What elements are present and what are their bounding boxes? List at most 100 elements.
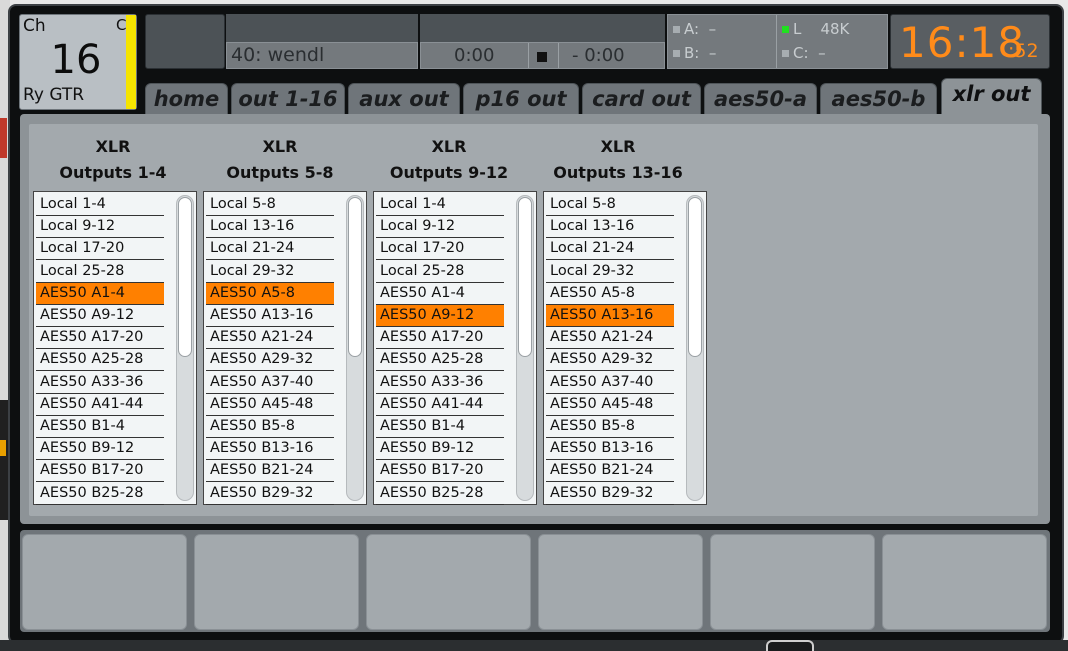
function-key-1[interactable] (22, 534, 187, 630)
list-item[interactable]: AES50 B5-8 (546, 416, 674, 438)
scroll-thumb[interactable] (178, 197, 192, 357)
list-item[interactable]: AES50 B5-8 (206, 416, 334, 438)
list-item[interactable]: Local 25-28 (36, 261, 164, 283)
tab-aux-out[interactable]: aux out (348, 83, 460, 114)
list-item[interactable]: AES50 A21-24 (206, 327, 334, 350)
list-item[interactable]: AES50 B1-4 (376, 416, 504, 438)
list-item[interactable]: AES50 B9-12 (376, 438, 504, 461)
source-list-outputs-1-4[interactable]: Local 1-4 Local 9-12 Local 17-20 Local 25-2… (33, 191, 197, 505)
list-item[interactable]: AES50 B25-28 (36, 483, 164, 505)
tab-p16-out[interactable]: p16 out (463, 83, 579, 114)
list-item[interactable]: AES50 B21-24 (206, 460, 334, 483)
tab-out-1-16[interactable]: out 1-16 (231, 83, 345, 114)
list-item[interactable]: AES50 B29-32 (206, 483, 334, 505)
list-item[interactable]: AES50 A5-8 (206, 282, 334, 305)
list-item[interactable]: AES50 B13-16 (206, 438, 334, 461)
list-item[interactable]: AES50 B17-20 (376, 460, 504, 483)
column-header: XLR (262, 137, 298, 156)
list-item[interactable]: Local 17-20 (376, 238, 504, 261)
list-item[interactable]: AES50 A17-20 (36, 327, 164, 350)
tape-remaining: - 0:00 (572, 45, 625, 66)
tab-aes50-a[interactable]: aes50-a (704, 83, 817, 114)
source-list-outputs-13-16[interactable]: Local 5-8 Local 13-16 Local 21-24 Local 29-… (543, 191, 707, 505)
list-item[interactable]: AES50 A5-8 (546, 283, 674, 305)
list-item[interactable]: AES50 A25-28 (36, 349, 164, 372)
list-item[interactable]: AES50 A37-40 (546, 372, 674, 394)
list-item[interactable]: AES50 A37-40 (206, 372, 334, 394)
list-item[interactable]: Local 13-16 (546, 216, 674, 239)
list-item[interactable]: Local 9-12 (376, 216, 504, 239)
tab-xlr-out[interactable]: xlr out (941, 78, 1042, 116)
list-item[interactable]: AES50 B1-4 (36, 416, 164, 438)
list-item[interactable]: AES50 B21-24 (546, 460, 674, 483)
list-item[interactable]: AES50 A29-32 (206, 349, 334, 372)
function-key-5[interactable] (710, 534, 875, 630)
list-item[interactable]: AES50 A1-4 (376, 283, 504, 305)
list-item[interactable]: Local 29-32 (206, 261, 334, 283)
scroll-thumb[interactable] (518, 197, 532, 357)
function-key-3[interactable] (366, 534, 531, 630)
channel-color-strip (126, 15, 136, 109)
list-scrollbar[interactable] (686, 195, 704, 501)
list-item[interactable]: Local 5-8 (546, 194, 674, 216)
function-key-6[interactable] (882, 534, 1047, 630)
list-item[interactable]: AES50 A9-12 (36, 305, 164, 327)
list-item[interactable]: AES50 A33-36 (376, 372, 504, 394)
list-item[interactable]: Local 21-24 (546, 238, 674, 261)
list-item[interactable]: Local 1-4 (376, 194, 504, 216)
tab-home[interactable]: home (145, 83, 228, 114)
list-item[interactable]: AES50 A45-48 (206, 394, 334, 416)
desktop-edge-orange-mark (0, 440, 6, 456)
status-l: L 48K (782, 20, 849, 38)
function-key-2[interactable] (194, 534, 359, 630)
function-key-4[interactable] (538, 534, 703, 630)
list-item[interactable]: AES50 A9-12 (376, 305, 504, 327)
list-item[interactable]: Local 5-8 (206, 194, 334, 216)
list-item[interactable]: AES50 A29-32 (546, 349, 674, 372)
scroll-thumb[interactable] (688, 197, 702, 357)
list-item[interactable]: AES50 A45-48 (546, 394, 674, 416)
source-list-outputs-9-12[interactable]: Local 1-4 Local 9-12 Local 17-20 Local 25-2… (373, 191, 537, 505)
list-item[interactable]: Local 9-12 (36, 216, 164, 239)
tape-elapsed: 0:00 (454, 45, 495, 66)
sample-rate: 48K (820, 20, 850, 38)
list-item[interactable]: Local 13-16 (206, 216, 334, 239)
scroll-thumb[interactable] (348, 197, 362, 357)
list-item[interactable]: AES50 A1-4 (36, 282, 164, 305)
list-item[interactable]: Local 21-24 (206, 238, 334, 261)
list-item[interactable]: Local 17-20 (36, 238, 164, 261)
list-item[interactable]: Local 25-28 (376, 261, 504, 283)
list-item[interactable]: AES50 A21-24 (546, 327, 674, 350)
scene-header (226, 14, 418, 42)
list-item[interactable]: AES50 A41-44 (376, 394, 504, 416)
list-item[interactable]: AES50 A25-28 (376, 349, 504, 372)
list-scrollbar[interactable] (516, 195, 534, 501)
source-list-outputs-5-8[interactable]: Local 5-8 Local 13-16 Local 21-24 Local 29-… (203, 191, 367, 505)
list-item[interactable]: AES50 B9-12 (36, 438, 164, 461)
list-item[interactable]: AES50 A17-20 (376, 327, 504, 350)
desktop-edge-red-mark (0, 118, 7, 158)
list-item[interactable]: AES50 A41-44 (36, 394, 164, 416)
list-scrollbar[interactable] (176, 195, 194, 501)
list-item[interactable]: Local 1-4 (36, 194, 164, 216)
tab-aes50-b[interactable]: aes50-b (820, 83, 937, 114)
column-header: Outputs 5-8 (226, 163, 334, 182)
list-scrollbar[interactable] (346, 195, 364, 501)
list-item[interactable]: AES50 A33-36 (36, 372, 164, 394)
stop-icon[interactable] (537, 52, 547, 62)
list-item[interactable]: AES50 A13-16 (546, 305, 674, 327)
channel-display[interactable]: Ch C 16 Ry GTR (19, 14, 137, 110)
tape-divider (528, 43, 529, 68)
list-item[interactable]: AES50 B29-32 (546, 483, 674, 505)
list-item[interactable]: AES50 A13-16 (206, 305, 334, 327)
tab-card-out[interactable]: card out (582, 83, 701, 114)
list-item[interactable]: Local 29-32 (546, 261, 674, 283)
list-item[interactable]: AES50 B25-28 (376, 483, 504, 505)
list-item[interactable]: AES50 B13-16 (546, 438, 674, 461)
status-a-indicator-icon (673, 26, 680, 33)
bottom-knob[interactable] (766, 640, 814, 651)
channel-name: Ry GTR (23, 85, 85, 105)
status-a: A: – (673, 20, 716, 38)
list-item[interactable]: AES50 B17-20 (36, 460, 164, 483)
blank-panel (145, 14, 225, 69)
